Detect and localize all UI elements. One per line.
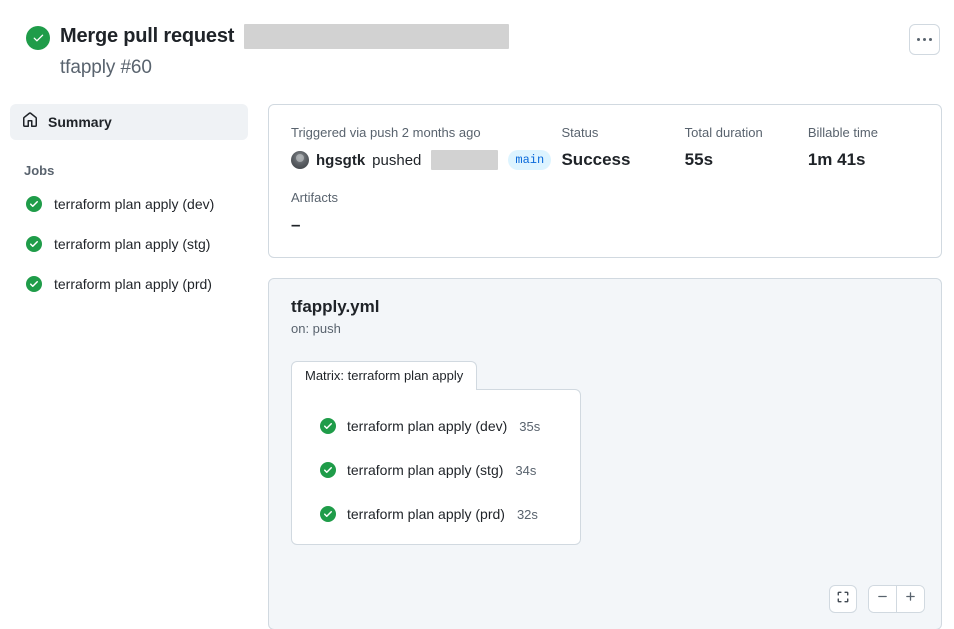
billable-column: Billable time 1m 41s bbox=[808, 125, 919, 170]
sidebar-job-label: terraform plan apply (prd) bbox=[54, 276, 212, 292]
graph-job-node[interactable]: terraform plan apply (prd) 32s bbox=[292, 492, 580, 536]
zoom-in-button[interactable] bbox=[897, 586, 924, 612]
minus-icon bbox=[876, 590, 889, 608]
page-header: Merge pull request tfapply #60 bbox=[0, 0, 954, 96]
more-options-button[interactable] bbox=[909, 24, 940, 55]
trigger-label: Triggered via push 2 months ago bbox=[291, 125, 481, 140]
billable-value: 1m 41s bbox=[807, 150, 866, 169]
success-check-icon bbox=[26, 196, 42, 212]
main-content: Triggered via push 2 months ago hgsgtk p… bbox=[268, 104, 942, 629]
success-check-icon bbox=[26, 276, 42, 292]
redacted-title-block bbox=[244, 24, 510, 49]
run-subtitle: tfapply #60 bbox=[60, 57, 152, 78]
graph-job-node[interactable]: terraform plan apply (stg) 34s bbox=[292, 448, 580, 492]
home-icon bbox=[22, 111, 38, 133]
graph-job-duration: 34s bbox=[515, 462, 537, 478]
success-check-icon bbox=[320, 506, 336, 522]
workflow-file-name: tfapply.yml bbox=[291, 297, 380, 316]
branch-badge[interactable]: main bbox=[508, 150, 552, 170]
graph-job-duration: 32s bbox=[516, 506, 538, 522]
run-summary-card: Triggered via push 2 months ago hgsgtk p… bbox=[268, 104, 942, 258]
matrix-group: Matrix: terraform plan apply terraform p… bbox=[291, 361, 581, 545]
redacted-commit-block bbox=[431, 150, 499, 170]
pushed-word: pushed bbox=[372, 151, 422, 169]
workflow-graph-panel: tfapply.yml on: push Matrix: terraform p… bbox=[268, 278, 942, 629]
pusher-name[interactable]: hgsgtk bbox=[316, 152, 365, 169]
page-title: Merge pull request bbox=[60, 24, 510, 49]
zoom-control-group bbox=[868, 585, 925, 613]
kebab-horizontal-icon bbox=[923, 38, 926, 41]
workflow-trigger-text: on: push bbox=[291, 321, 341, 336]
fullscreen-button[interactable] bbox=[829, 585, 857, 613]
billable-label: Billable time bbox=[807, 125, 878, 140]
success-check-icon bbox=[320, 462, 336, 478]
run-status-icon bbox=[26, 26, 50, 50]
trigger-column: Triggered via push 2 months ago hgsgtk p… bbox=[291, 125, 561, 170]
matrix-group-body: terraform plan apply (dev) 35s terraform… bbox=[291, 389, 581, 545]
sidebar-item-summary[interactable]: Summary bbox=[10, 104, 248, 140]
status-column: Status Success bbox=[561, 125, 684, 170]
status-label: Status bbox=[561, 125, 599, 140]
kebab-horizontal-icon bbox=[917, 38, 920, 41]
graph-controls bbox=[829, 585, 925, 613]
sidebar-job-label: terraform plan apply (dev) bbox=[54, 196, 215, 212]
sidebar-job-label: terraform plan apply (stg) bbox=[54, 236, 211, 252]
success-check-icon bbox=[320, 418, 336, 434]
status-value: Success bbox=[561, 150, 631, 169]
matrix-group-label: Matrix: terraform plan apply bbox=[291, 361, 478, 390]
graph-job-node[interactable]: terraform plan apply (dev) 35s bbox=[292, 404, 580, 448]
page-title-text: Merge pull request bbox=[60, 25, 235, 47]
duration-label: Total duration bbox=[684, 125, 763, 140]
artifacts-label: Artifacts bbox=[291, 190, 338, 205]
pusher-row: hgsgtk pushed main bbox=[291, 150, 561, 170]
sidebar-summary-label: Summary bbox=[48, 114, 112, 130]
graph-job-duration: 35s bbox=[519, 418, 541, 434]
graph-job-label: terraform plan apply (prd) bbox=[347, 506, 505, 522]
artifacts-section: Artifacts – bbox=[291, 190, 919, 235]
workflow-run-page: Merge pull request tfapply #60 Summary J… bbox=[0, 0, 954, 629]
success-check-icon bbox=[26, 236, 42, 252]
graph-job-label: terraform plan apply (stg) bbox=[347, 462, 504, 478]
graph-job-label: terraform plan apply (dev) bbox=[347, 418, 508, 434]
sidebar-job-list: terraform plan apply (dev) terraform pla… bbox=[0, 184, 258, 304]
sidebar: Summary Jobs terraform plan apply (dev) … bbox=[0, 104, 258, 304]
sidebar-job-item[interactable]: terraform plan apply (stg) bbox=[0, 224, 258, 264]
sidebar-job-item[interactable]: terraform plan apply (dev) bbox=[0, 184, 258, 224]
duration-value: 55s bbox=[684, 150, 714, 169]
zoom-out-button[interactable] bbox=[869, 586, 896, 612]
kebab-horizontal-icon bbox=[929, 38, 932, 41]
duration-column: Total duration 55s bbox=[685, 125, 808, 170]
artifacts-value: – bbox=[291, 215, 301, 234]
plus-icon bbox=[904, 590, 917, 608]
avatar bbox=[291, 151, 309, 169]
sidebar-job-item[interactable]: terraform plan apply (prd) bbox=[0, 264, 258, 304]
sidebar-jobs-heading: Jobs bbox=[24, 163, 55, 178]
fullscreen-icon bbox=[836, 590, 850, 609]
